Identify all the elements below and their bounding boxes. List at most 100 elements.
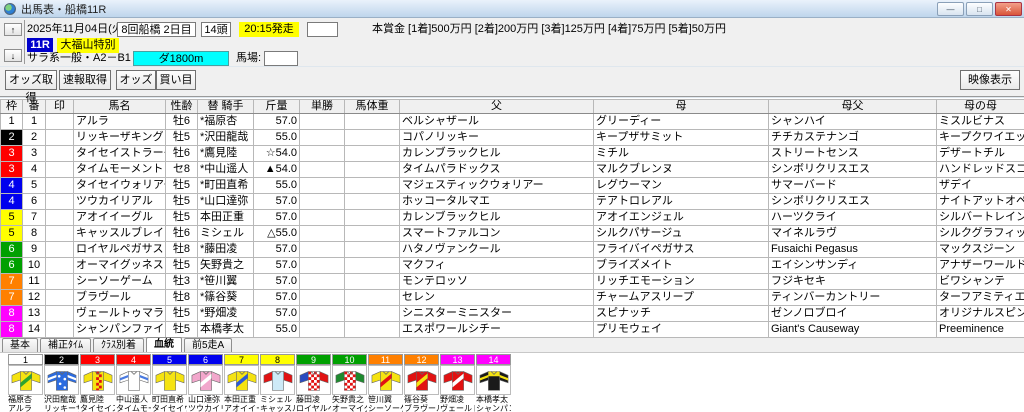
- cell-win_odds: [300, 322, 345, 338]
- tab-pedigree[interactable]: 血統: [146, 337, 182, 352]
- horse-number-cell: 8: [260, 354, 295, 365]
- odds-button[interactable]: オッズ: [116, 70, 156, 90]
- cell-sire: タイムパラドックス: [400, 162, 594, 178]
- baba-label: 馬場:: [236, 51, 261, 66]
- table-row[interactable]: 58キャッスルブレイヴ牡6ミシェル△55.0スマートファルコンシルクパサージュマ…: [1, 226, 1024, 242]
- silk-cell: [260, 365, 295, 395]
- odds-fetch-button[interactable]: オッズ取得: [5, 70, 57, 90]
- cell-dam: テアトロレアル: [594, 194, 769, 210]
- table-row[interactable]: 711シーソーゲーム牡3*笹川翼57.0モンテロッソリッチエモーションフジキセキ…: [1, 274, 1024, 290]
- cell-dam: グリーディー: [594, 114, 769, 130]
- table-row[interactable]: 22リッキーザキング牡5*沢田龍哉55.0コパノリッキーキープザサミットチチカス…: [1, 130, 1024, 146]
- cell-sire: マクフィ: [400, 258, 594, 274]
- jockey-silk-icon: [191, 367, 221, 393]
- silk-cell: [476, 365, 511, 395]
- silk-cell: [116, 365, 151, 395]
- table-row[interactable]: 34タイムモーメントセ8*中山遥人▲54.0タイムパラドックスマルクブレンヌシン…: [1, 162, 1024, 178]
- flash-fetch-button[interactable]: 速報取得: [59, 70, 111, 90]
- silk-cell: [188, 365, 223, 395]
- cell-name: ツウカイリアル: [74, 194, 166, 210]
- jockey-silk-icon: [299, 367, 329, 393]
- cell-horse_weight: [345, 146, 400, 162]
- cell-num: 4: [23, 162, 46, 178]
- cell-jockey: 矢野貴之: [198, 258, 254, 274]
- race-class: サラ系一般・A2－B1: [27, 51, 131, 66]
- cell-name: アルラ: [74, 114, 166, 130]
- video-button[interactable]: 映像表示: [960, 70, 1020, 90]
- silk-horse-row: アルラリッキーザキングタイセイストラーダタイムモーメントタイセイウォリアーツウカ…: [8, 404, 1024, 412]
- app-window: 出馬表・船橋11R — □ ✕ ↑ ↓ 2025年11月04日(火) 8回船橋 …: [0, 0, 1024, 412]
- cell-num: 1: [23, 114, 46, 130]
- horse-number-cell: 5: [152, 354, 187, 365]
- close-button[interactable]: ✕: [995, 2, 1022, 16]
- silk-cell: [44, 365, 79, 395]
- cell-horse_weight: [345, 194, 400, 210]
- table-row[interactable]: 610オーマイグッネス牡5矢野貴之57.0マクフィブライズメイトエイシンサンディ…: [1, 258, 1024, 274]
- cell-name: リッキーザキング: [74, 130, 166, 146]
- kaime-button[interactable]: 買い目: [156, 70, 196, 90]
- toolbar: オッズ取得 速報取得 オッズ 買い目 映像表示: [0, 67, 1024, 96]
- minimize-button[interactable]: —: [937, 2, 964, 16]
- silk-jockey-name: 本橋孝太: [476, 395, 511, 404]
- cell-dam: プリモウェイ: [594, 322, 769, 338]
- maximize-button[interactable]: □: [966, 2, 993, 16]
- cell-dam_dam: シルクグラフィック: [937, 226, 1024, 242]
- jockey-silk-icon: [227, 367, 257, 393]
- table-row[interactable]: 46ツウカイリアル牡5*山口達弥57.0ホッコータルマエテアトロレアルシンボリク…: [1, 194, 1024, 210]
- cell-name: オーマイグッネス: [74, 258, 166, 274]
- race-down-button[interactable]: ↓: [4, 49, 22, 62]
- cell-dam_dam: ミスルビナス: [937, 114, 1024, 130]
- header-memo-input[interactable]: [307, 22, 338, 37]
- silk-horse-name: キャッスルブレイヴ: [260, 404, 295, 412]
- cell-dam_dam: Preeminence: [937, 322, 1024, 338]
- head-count: 14頭: [201, 22, 231, 37]
- cell-num: 11: [23, 274, 46, 290]
- table-row[interactable]: 712ブラヴール牡8*篠谷葵57.0セレンチャームアスリープティンバーカントリー…: [1, 290, 1024, 306]
- cell-dam: シルクパサージュ: [594, 226, 769, 242]
- table-row[interactable]: 814シャンパンファイト牡5本橋孝太55.0エスポワールシチープリモウェイGia…: [1, 322, 1024, 338]
- cell-mark: [46, 194, 74, 210]
- horse-number-cell: 10: [332, 354, 367, 365]
- tab-0[interactable]: 基本: [2, 338, 38, 352]
- cell-horse_weight: [345, 226, 400, 242]
- cell-horse_weight: [345, 290, 400, 306]
- cell-sire: ホッコータルマエ: [400, 194, 594, 210]
- cell-sire: ハタノヴァンクール: [400, 242, 594, 258]
- cell-sire: マジェスティックウォリアー: [400, 178, 594, 194]
- cell-win_odds: [300, 146, 345, 162]
- horse-number-cell: 3: [80, 354, 115, 365]
- cell-waku: 7: [1, 274, 23, 290]
- tab-4[interactable]: 前5走A: [184, 338, 232, 352]
- table-row[interactable]: 69ロイヤルペガサス牡8*藤田凌57.0ハタノヴァンクールフライバイペガサスFu…: [1, 242, 1024, 258]
- cell-win_odds: [300, 274, 345, 290]
- cell-dam: ミチル: [594, 146, 769, 162]
- cell-dam_dam: マックスジーン: [937, 242, 1024, 258]
- cell-dam: レグウーマン: [594, 178, 769, 194]
- cell-weight: 55.0: [254, 130, 300, 146]
- table-row[interactable]: 11アルラ牡6*福原杏57.0ベルシャザールグリーディーシャンハイミスルビナス: [1, 114, 1024, 130]
- cell-jockey: *野畑凌: [198, 306, 254, 322]
- cell-dam_sire: チチカステナンゴ: [769, 130, 937, 146]
- cell-win_odds: [300, 114, 345, 130]
- baba-input[interactable]: [264, 51, 298, 66]
- table-row[interactable]: 45タイセイウォリアー牡5*町田直希55.0マジェスティックウォリアーレグウーマ…: [1, 178, 1024, 194]
- table-row[interactable]: 33タイセイストラーダ牡6*鷹見陸☆54.0カレンブラックヒルミチルストリートセ…: [1, 146, 1024, 162]
- cell-name: シャンパンファイト: [74, 322, 166, 338]
- cell-horse_weight: [345, 274, 400, 290]
- cell-dam: チャームアスリープ: [594, 290, 769, 306]
- tab-2[interactable]: ｸﾗｽ別着: [93, 338, 144, 352]
- cell-waku: 2: [1, 130, 23, 146]
- cell-jockey: 本田正重: [198, 210, 254, 226]
- cell-dam_sire: ゼンノロブロイ: [769, 306, 937, 322]
- column-header-dam_dam: 母の母: [937, 100, 1024, 114]
- horse-number-cell: 1: [8, 354, 43, 365]
- cell-jockey: *福原杏: [198, 114, 254, 130]
- table-row[interactable]: 813ヴェールトゥマラン牡5*野畑凌57.0シニスターミニスタースピナッチゼンノ…: [1, 306, 1024, 322]
- cell-waku: 5: [1, 210, 23, 226]
- cell-jockey: *山口達弥: [198, 194, 254, 210]
- table-row[interactable]: 57アオイイーグル牡5本田正重57.0カレンブラックヒルアオイエンジェルハーツク…: [1, 210, 1024, 226]
- race-up-button[interactable]: ↑: [4, 23, 22, 36]
- tab-1[interactable]: 補正ﾀｲﾑ: [40, 338, 91, 352]
- course-distance: ダ1800m: [133, 51, 229, 66]
- cell-name: ブラヴール: [74, 290, 166, 306]
